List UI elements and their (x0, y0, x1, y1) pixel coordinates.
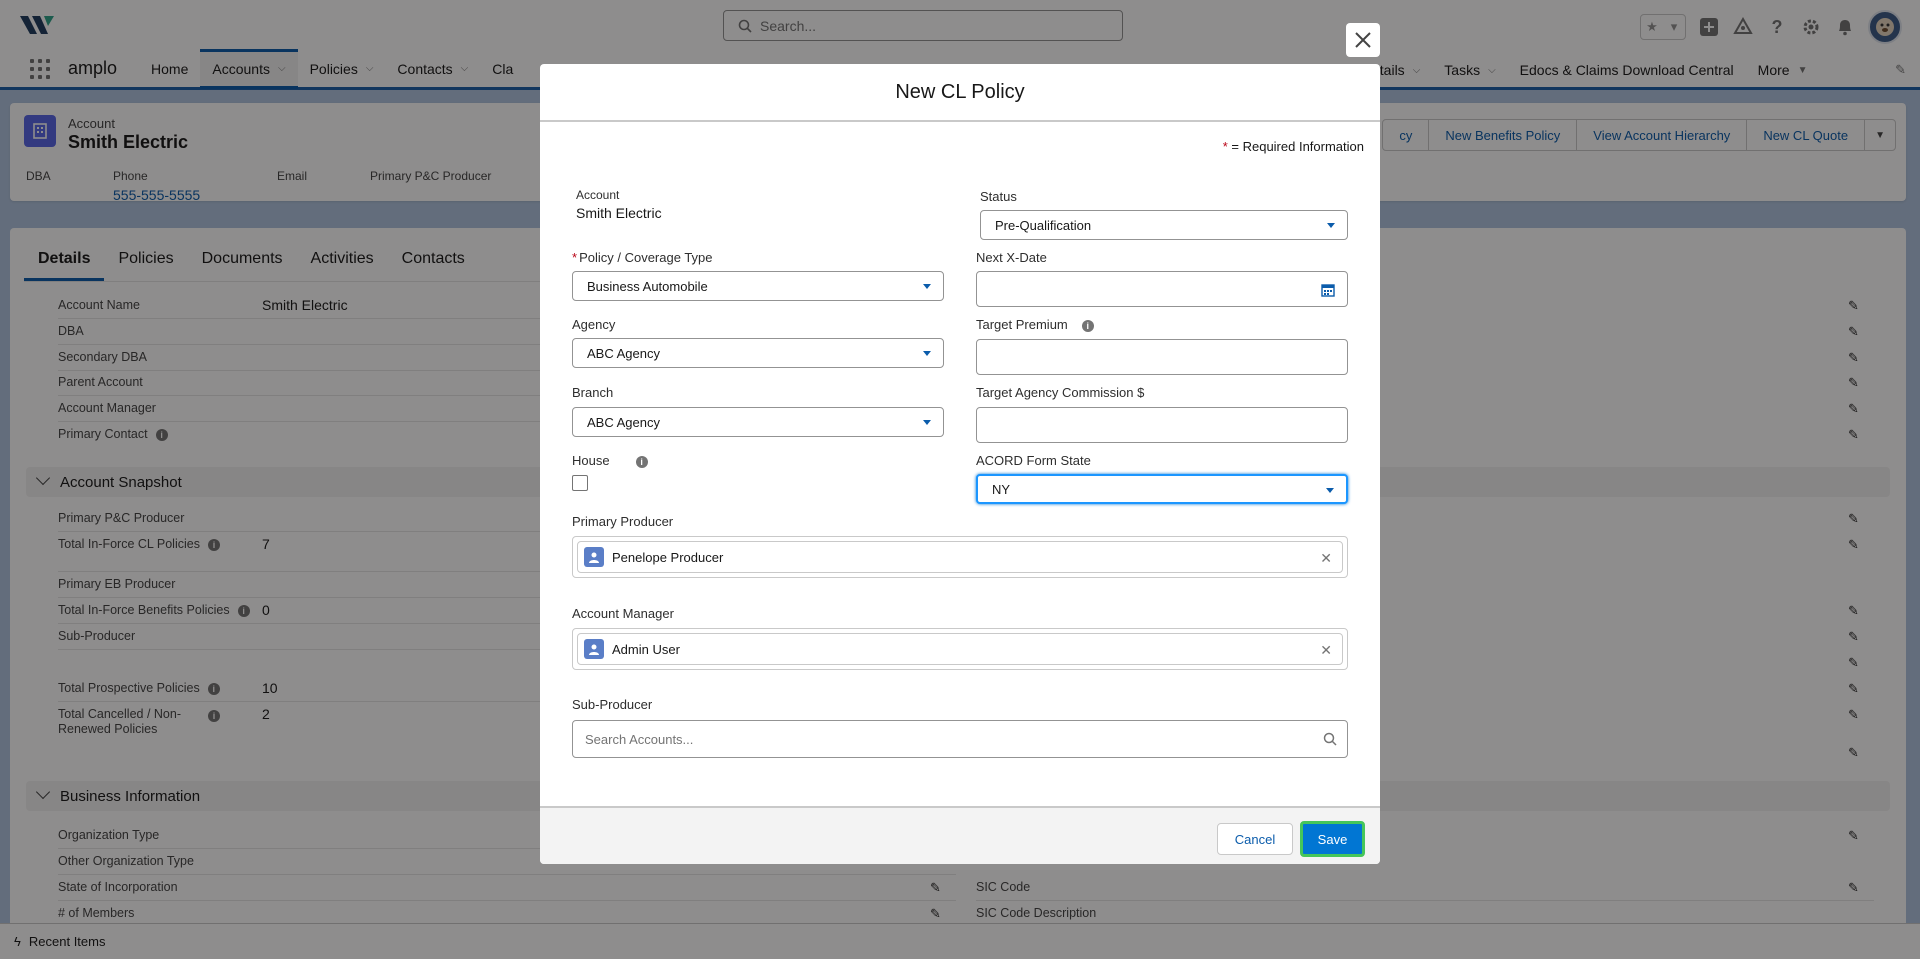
coverage-type-label: * Policy / Coverage Type (572, 250, 713, 265)
modal-title: New CL Policy (540, 64, 1380, 122)
caret-down-icon (923, 420, 931, 425)
selected-pill: Admin User ✕ (577, 633, 1343, 665)
required-info-note: * = Required Information (1222, 139, 1364, 154)
search-icon (1323, 732, 1337, 746)
caret-down-icon (923, 284, 931, 289)
info-icon[interactable]: i (635, 455, 648, 468)
user-icon (584, 639, 604, 659)
account-value: Smith Electric (576, 205, 662, 221)
caret-down-icon (1326, 488, 1334, 493)
user-icon (584, 547, 604, 567)
selected-pill: Penelope Producer ✕ (577, 541, 1343, 573)
account-manager-label: Account Manager (572, 606, 674, 621)
target-premium-input[interactable] (976, 339, 1348, 375)
target-commission-input[interactable] (976, 407, 1348, 443)
coverage-type-select[interactable]: Business Automobile (572, 271, 944, 301)
status-label: Status (980, 189, 1017, 204)
status-select[interactable]: Pre-Qualification (980, 210, 1348, 240)
remove-selection-icon[interactable]: ✕ (1320, 642, 1332, 659)
close-icon (1355, 32, 1371, 48)
sub-producer-search-input[interactable]: Search Accounts... (572, 720, 1348, 758)
caret-down-icon (923, 351, 931, 356)
modal-close-button[interactable] (1346, 23, 1380, 57)
agency-label: Agency (572, 317, 616, 332)
calendar-icon[interactable] (1321, 283, 1335, 297)
sub-producer-label: Sub-Producer (572, 697, 653, 712)
remove-selection-icon[interactable]: ✕ (1320, 550, 1332, 567)
target-premium-label: Target Premium i (976, 317, 1094, 332)
modal-footer: Cancel Save (540, 806, 1380, 864)
acord-state-label: ACORD Form State (976, 453, 1091, 468)
primary-producer-lookup[interactable]: Penelope Producer ✕ (572, 536, 1348, 578)
account-label: Account (576, 188, 620, 202)
info-icon[interactable]: i (1081, 319, 1094, 332)
caret-down-icon (1327, 223, 1335, 228)
cancel-button[interactable]: Cancel (1217, 823, 1293, 855)
primary-producer-label: Primary Producer (572, 514, 674, 529)
new-cl-policy-modal: New CL Policy * = Required Information A… (540, 64, 1380, 864)
branch-label: Branch (572, 385, 614, 400)
next-xdate-input[interactable] (976, 271, 1348, 307)
acord-state-select[interactable]: NY (976, 474, 1348, 504)
house-checkbox[interactable] (572, 475, 588, 491)
target-commission-label: Target Agency Commission $ (976, 385, 1145, 400)
account-manager-lookup[interactable]: Admin User ✕ (572, 628, 1348, 670)
next-xdate-label: Next X-Date (976, 250, 1047, 265)
agency-select[interactable]: ABC Agency (572, 338, 944, 368)
house-label: House i (572, 453, 648, 468)
branch-select[interactable]: ABC Agency (572, 407, 944, 437)
save-button[interactable]: Save (1300, 821, 1365, 857)
